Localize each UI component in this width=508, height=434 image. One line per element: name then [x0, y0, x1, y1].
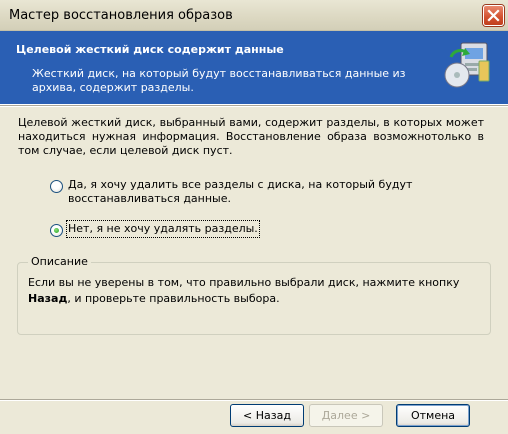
- option-keep-label[interactable]: Нет, я не хочу удалять разделы.: [66, 220, 260, 238]
- description-legend: Описание: [28, 255, 91, 268]
- description-text-end: , и проверьте правильность выбора.: [67, 292, 280, 305]
- header-divider: [0, 105, 508, 107]
- close-icon: [487, 9, 500, 22]
- footer-divider: [0, 399, 508, 401]
- next-button[interactable]: Далее >: [309, 404, 383, 427]
- description-text-bold: Назад: [28, 292, 68, 305]
- option-keep-partitions[interactable]: Нет, я не хочу удалять разделы.: [50, 220, 260, 238]
- disk-restore-icon: [444, 42, 490, 88]
- intro-text: Целевой жесткий диск, выбранный вами, со…: [18, 116, 484, 157]
- description-group: Описание Если вы не уверены в том, что п…: [17, 255, 491, 335]
- title-bar[interactable]: Мастер восстановления образов: [0, 0, 508, 31]
- radio-delete-partitions[interactable]: [50, 180, 63, 193]
- banner-title: Целевой жесткий диск содержит данные: [16, 43, 284, 56]
- wizard-window: Мастер восстановления образов Целевой же…: [0, 0, 508, 434]
- option-delete-label[interactable]: Да, я хочу удалить все разделы с диска, …: [68, 178, 418, 206]
- banner-subtitle: Жесткий диск, на который будут восстанав…: [32, 67, 406, 94]
- cancel-button[interactable]: Отмена: [396, 404, 470, 427]
- radio-keep-partitions[interactable]: [50, 224, 63, 237]
- window-title: Мастер восстановления образов: [9, 8, 233, 23]
- close-button[interactable]: [483, 5, 504, 26]
- description-text: Если вы не уверены в том, что правильно …: [28, 275, 482, 307]
- option-delete-partitions[interactable]: Да, я хочу удалить все разделы с диска, …: [50, 178, 418, 206]
- header-banner: Целевой жесткий диск содержит данные Жес…: [0, 31, 508, 105]
- description-text-start: Если вы не уверены в том, что правильно …: [28, 276, 460, 289]
- back-button[interactable]: < Назад: [230, 404, 304, 427]
